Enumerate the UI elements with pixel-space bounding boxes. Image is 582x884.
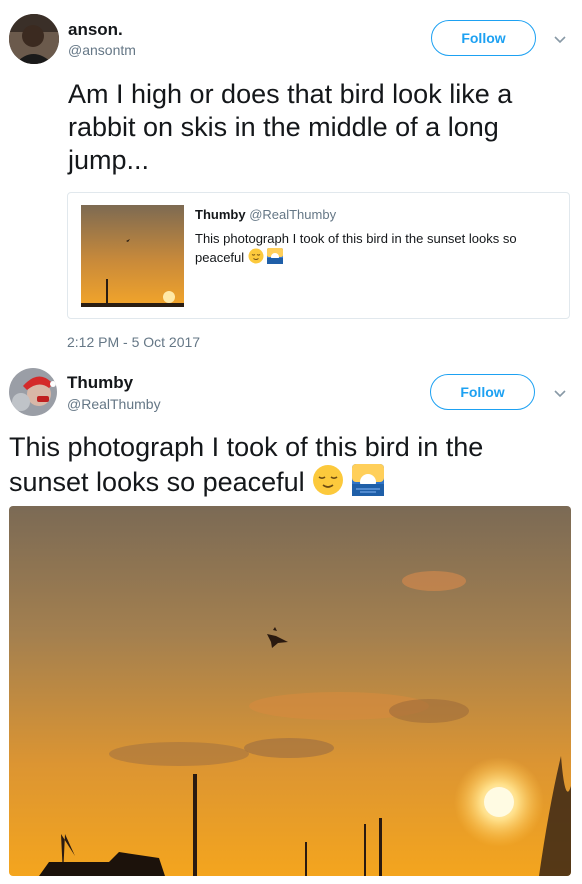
relieved-face-emoji [248,248,264,269]
quoted-tweet-text-wrap: This photograph I took of this bird in t… [195,229,555,269]
follow-button[interactable]: Follow [430,374,535,410]
author-handle[interactable]: @RealThumby [67,396,161,412]
author-handle[interactable]: @ansontm [68,42,136,58]
avatar-thumby[interactable] [9,368,57,416]
tweet-text: Am I high or does that bird look like a … [68,79,513,175]
quoted-tweet-card[interactable]: Thumby @RealThumby This photograph I too… [67,192,570,319]
author-name[interactable]: Thumby [67,373,133,393]
timestamp[interactable]: 2:12 PM - 5 Oct 2017 [67,334,200,350]
quoted-author-name: Thumby [195,207,246,222]
avatar-anson[interactable] [9,14,59,64]
tweet-text-wrap: This photograph I took of this bird in t… [9,430,549,504]
chevron-down-icon[interactable] [553,32,567,44]
sunrise-emoji [267,248,284,269]
tweet-photo[interactable] [9,506,571,876]
chevron-down-icon[interactable] [553,386,567,398]
quoted-tweet-text: This photograph I took of this bird in t… [195,231,517,265]
quoted-tweet-thumbnail [81,205,184,307]
quoted-author-handle: @RealThumby [249,207,337,222]
sunrise-emoji [351,464,384,504]
tweet-text: This photograph I took of this bird in t… [9,432,484,498]
author-name[interactable]: anson. [68,20,123,40]
follow-button[interactable]: Follow [431,20,536,56]
relieved-face-emoji [312,464,344,504]
